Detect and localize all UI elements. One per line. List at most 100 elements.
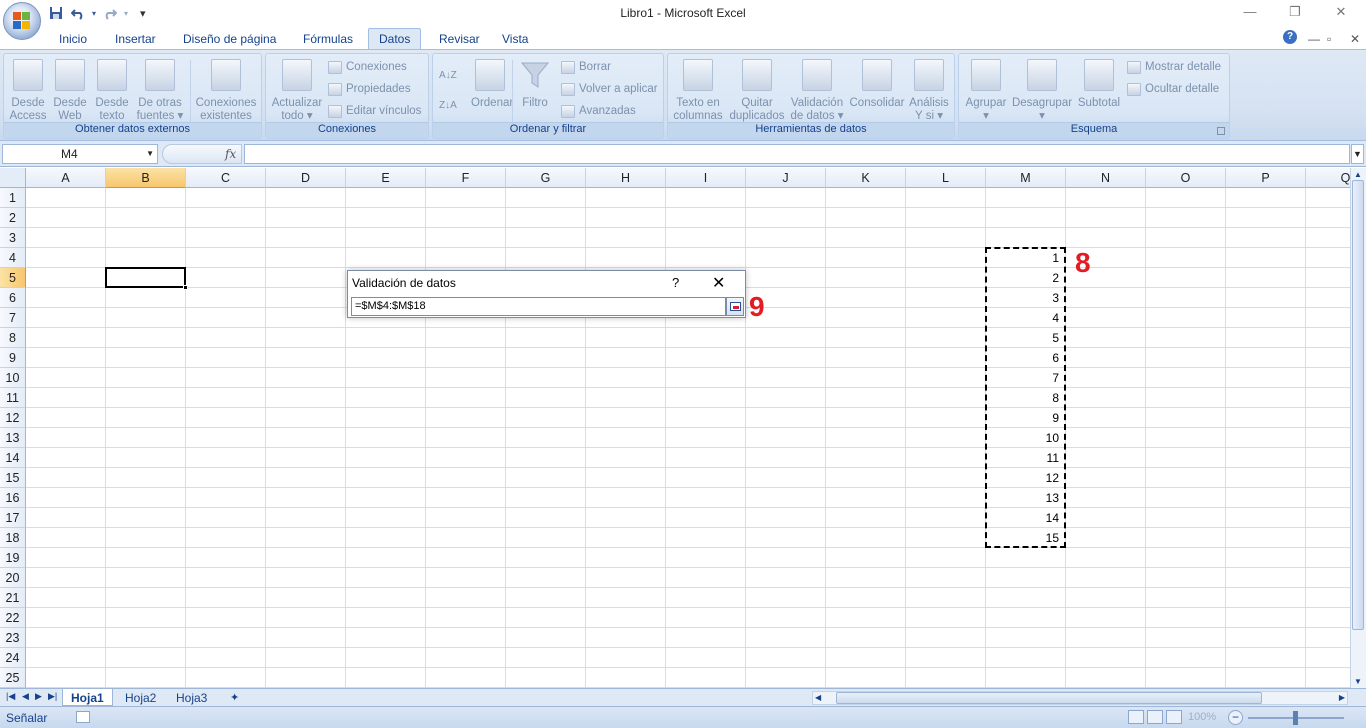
ribbon-minimize-button[interactable]: — xyxy=(1308,28,1320,50)
page-layout-view-icon[interactable] xyxy=(1147,710,1163,724)
row-header-9[interactable]: 9 xyxy=(0,348,26,368)
advanced-filter-button[interactable]: Avanzadas xyxy=(561,102,636,120)
column-header-a[interactable]: A xyxy=(26,168,106,188)
insert-sheet-icon[interactable]: ✦ xyxy=(230,691,239,704)
minimize-button[interactable]: — xyxy=(1240,4,1260,22)
show-detail-button[interactable]: Mostrar detalle xyxy=(1127,58,1221,76)
scroll-right-icon[interactable]: ▶ xyxy=(1339,693,1345,702)
tab-diseno-pagina[interactable]: Diseño de página xyxy=(183,28,276,50)
remove-duplicates-button[interactable]: Quitar duplicados xyxy=(728,57,786,123)
tab-datos[interactable]: Datos xyxy=(368,28,422,50)
tab-inicio[interactable]: Inicio xyxy=(59,28,87,50)
dialog-help-button[interactable]: ? xyxy=(672,275,679,290)
sort-az-button[interactable]: A↓Z xyxy=(439,66,457,84)
filter-button[interactable]: Filtro xyxy=(517,57,553,110)
expand-dialog-icon[interactable] xyxy=(726,297,744,316)
connections-button[interactable]: Conexiones xyxy=(328,58,407,76)
row-header-16[interactable]: 16 xyxy=(0,488,26,508)
existing-connections-button[interactable]: Conexiones existentes xyxy=(194,57,258,123)
from-access-button[interactable]: Desde Access xyxy=(8,57,48,123)
tab-vista[interactable]: Vista xyxy=(502,28,528,50)
row-header-20[interactable]: 20 xyxy=(0,568,26,588)
help-icon[interactable]: ? xyxy=(1283,30,1297,44)
restore-button[interactable]: ❐ xyxy=(1285,4,1305,22)
row-header-2[interactable]: 2 xyxy=(0,208,26,228)
data-validation-button[interactable]: Validación de datos ▾ xyxy=(788,57,846,123)
column-header-g[interactable]: G xyxy=(506,168,586,188)
ungroup-button[interactable]: Desagrupar ▾ xyxy=(1010,57,1074,123)
what-if-button[interactable]: Análisis Y si ▾ xyxy=(906,57,952,123)
row-header-23[interactable]: 23 xyxy=(0,628,26,648)
row-header-3[interactable]: 3 xyxy=(0,228,26,248)
scroll-down-icon[interactable]: ▼ xyxy=(1354,677,1362,686)
zoom-out-icon[interactable]: − xyxy=(1228,710,1243,725)
office-button[interactable] xyxy=(3,2,41,40)
first-sheet-icon[interactable]: |◀ xyxy=(6,691,15,702)
sort-za-button[interactable]: Z↓A xyxy=(439,96,457,114)
sheet-tab-hoja2[interactable]: Hoja2 xyxy=(117,689,164,706)
column-header-f[interactable]: F xyxy=(426,168,506,188)
next-sheet-icon[interactable]: ▶ xyxy=(35,691,42,702)
row-header-13[interactable]: 13 xyxy=(0,428,26,448)
column-header-o[interactable]: O xyxy=(1146,168,1226,188)
dialog-launcher-icon[interactable] xyxy=(1217,127,1225,135)
column-header-d[interactable]: D xyxy=(266,168,346,188)
column-header-h[interactable]: H xyxy=(586,168,666,188)
edit-links-button[interactable]: Editar vínculos xyxy=(328,102,421,120)
vertical-scroll-thumb[interactable] xyxy=(1352,180,1364,630)
worksheet-grid[interactable]: ABCDEFGHIJKLMNOPQ 1 2 3 4 5 6 7 8 9 10 11 12 13 14 15 1… xyxy=(0,168,1350,688)
column-header-m[interactable]: M xyxy=(986,168,1066,188)
normal-view-icon[interactable] xyxy=(1128,710,1144,724)
sheet-tab-hoja1[interactable]: Hoja1 xyxy=(62,689,113,706)
column-header-b[interactable]: B xyxy=(106,168,186,188)
row-header-8[interactable]: 8 xyxy=(0,328,26,348)
row-header-15[interactable]: 15 xyxy=(0,468,26,488)
column-header-n[interactable]: N xyxy=(1066,168,1146,188)
row-header-11[interactable]: 11 xyxy=(0,388,26,408)
horizontal-scroll-thumb[interactable] xyxy=(836,692,1262,704)
sheet-tab-hoja3[interactable]: Hoja3 xyxy=(168,689,215,706)
name-box[interactable]: M4 ▼ xyxy=(2,144,158,164)
row-header-19[interactable]: 19 xyxy=(0,548,26,568)
row-header-5[interactable]: 5 xyxy=(0,268,26,288)
column-header-q[interactable]: Q xyxy=(1306,168,1350,188)
scroll-up-icon[interactable]: ▲ xyxy=(1354,170,1362,179)
column-header-l[interactable]: L xyxy=(906,168,986,188)
row-header-24[interactable]: 24 xyxy=(0,648,26,668)
consolidate-button[interactable]: Consolidar xyxy=(848,57,906,110)
row-header-4[interactable]: 4 xyxy=(0,248,26,268)
dialog-close-button[interactable]: ✕ xyxy=(712,273,725,293)
subtotal-button[interactable]: Subtotal xyxy=(1074,57,1124,110)
insert-function-button[interactable]: fx xyxy=(162,144,242,164)
column-header-e[interactable]: E xyxy=(346,168,426,188)
refresh-all-button[interactable]: Actualizar todo ▾ xyxy=(269,57,325,123)
zoom-slider-knob[interactable] xyxy=(1293,711,1298,725)
macro-record-icon[interactable] xyxy=(76,711,90,723)
expand-formula-bar-icon[interactable]: ▼ xyxy=(1351,144,1364,164)
column-header-j[interactable]: J xyxy=(746,168,826,188)
row-header-25[interactable]: 25 xyxy=(0,668,26,688)
clear-filter-button[interactable]: Borrar xyxy=(561,58,611,76)
tab-revisar[interactable]: Revisar xyxy=(439,28,480,50)
from-text-button[interactable]: Desde texto xyxy=(92,57,132,123)
active-cell[interactable] xyxy=(105,267,188,290)
ribbon-close-button[interactable]: ✕ xyxy=(1350,28,1360,50)
ribbon-restore-button[interactable]: ▫ xyxy=(1327,28,1331,50)
column-header-k[interactable]: K xyxy=(826,168,906,188)
select-all-corner[interactable] xyxy=(0,168,26,188)
row-header-12[interactable]: 12 xyxy=(0,408,26,428)
column-header-p[interactable]: P xyxy=(1226,168,1306,188)
row-header-1[interactable]: 1 xyxy=(0,188,26,208)
prev-sheet-icon[interactable]: ◀ xyxy=(22,691,29,702)
reapply-button[interactable]: Volver a aplicar xyxy=(561,80,658,98)
range-input[interactable]: =$M$4:$M$18 xyxy=(351,297,726,316)
close-button[interactable]: ✕ xyxy=(1331,4,1351,22)
formula-input[interactable] xyxy=(244,144,1350,164)
row-header-7[interactable]: 7 xyxy=(0,308,26,328)
name-box-dropdown-icon[interactable]: ▼ xyxy=(146,149,154,158)
tab-formulas[interactable]: Fórmulas xyxy=(303,28,353,50)
row-header-21[interactable]: 21 xyxy=(0,588,26,608)
row-header-14[interactable]: 14 xyxy=(0,448,26,468)
sort-button[interactable]: Ordenar xyxy=(471,57,513,110)
zoom-level[interactable]: 100% xyxy=(1188,711,1216,723)
